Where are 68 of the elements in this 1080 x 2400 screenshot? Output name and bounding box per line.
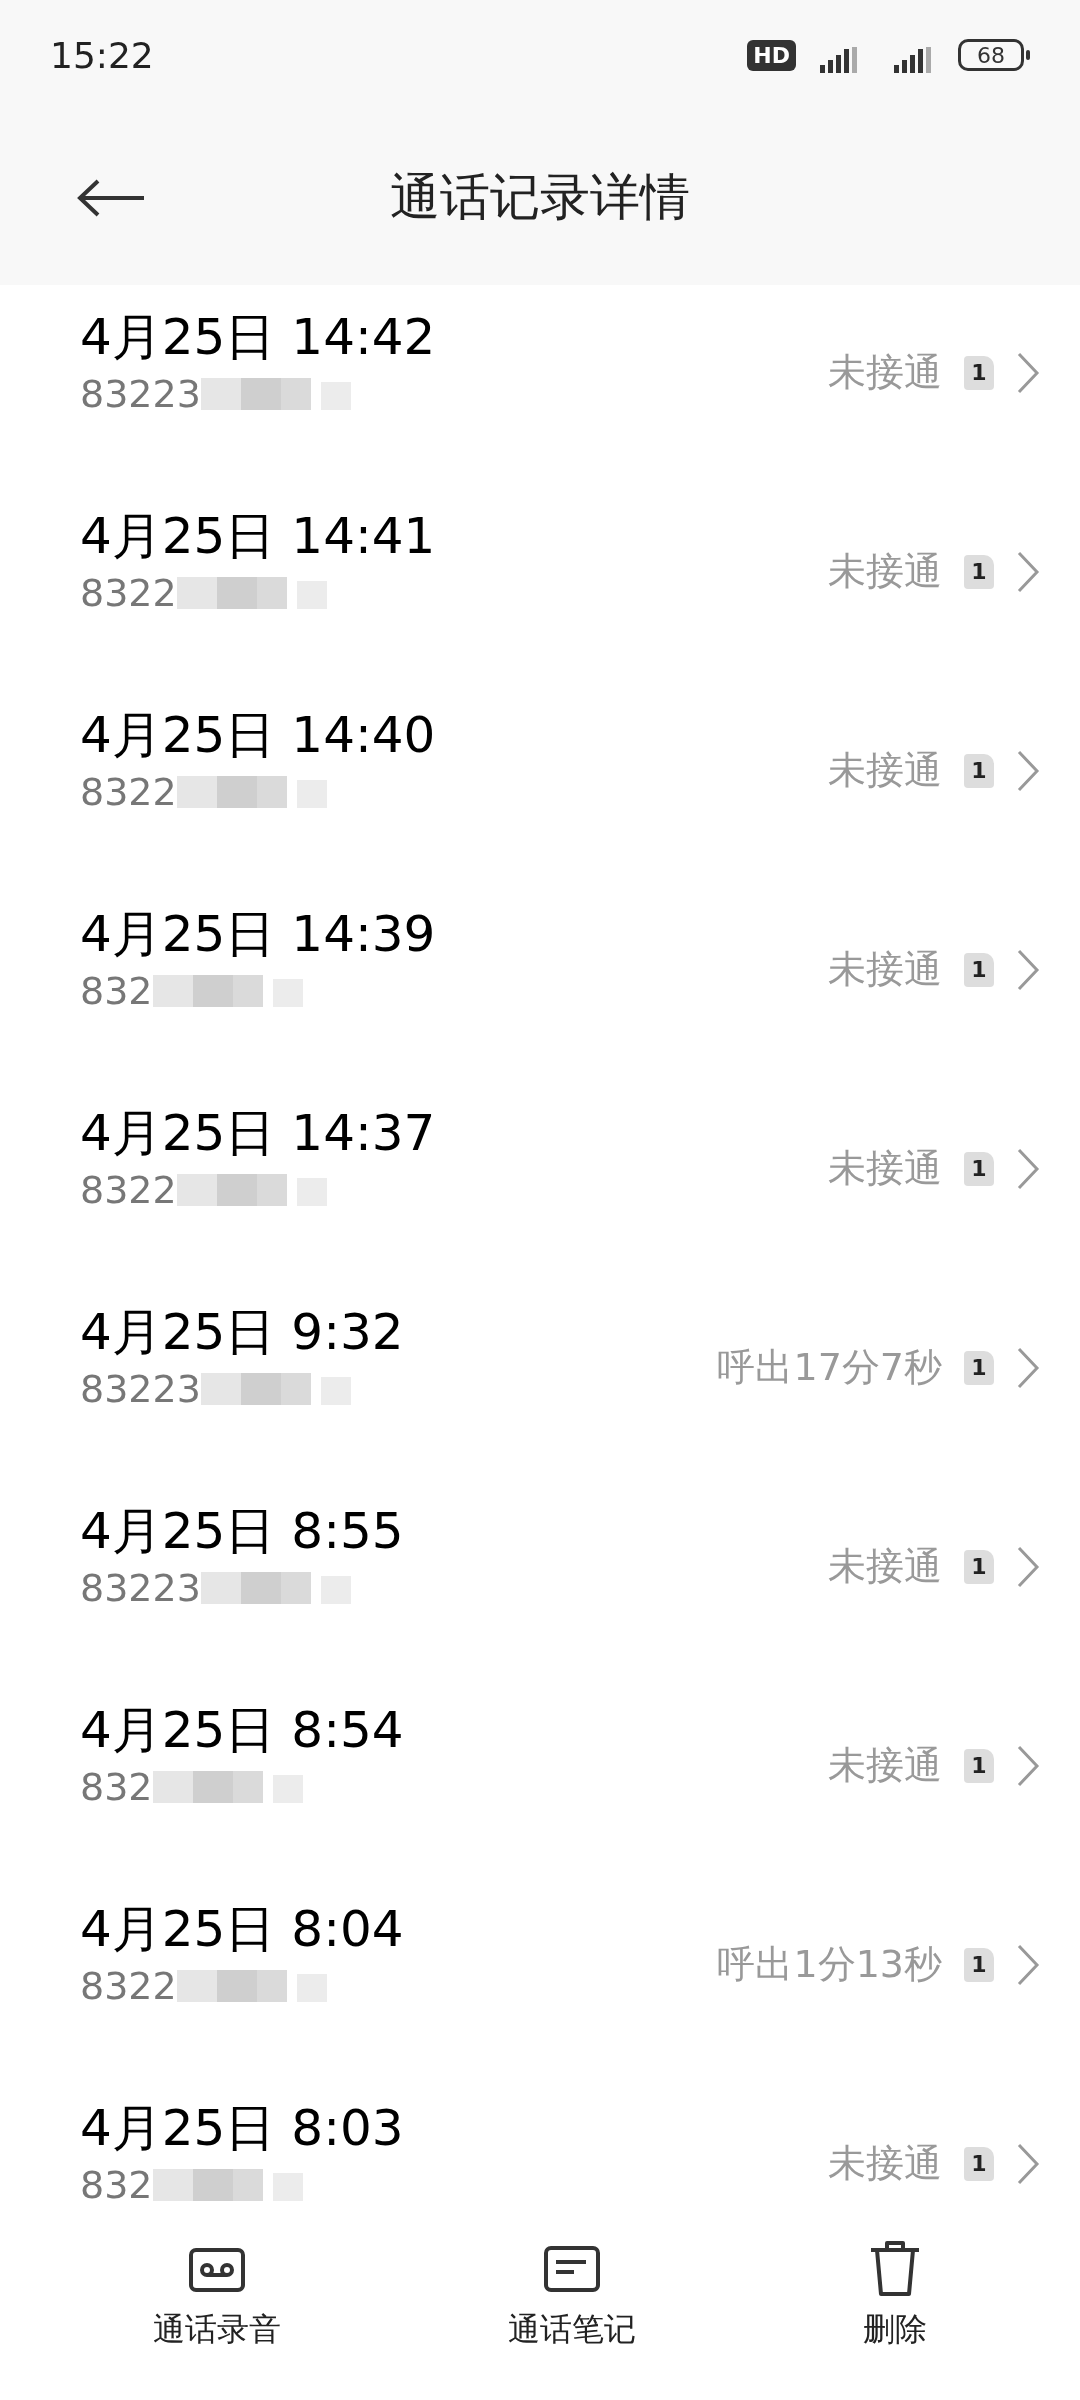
phone-number: 832 [80,2162,153,2209]
chevron-icon [1016,947,1040,992]
call-row[interactable]: 4月25日 8:03 832 未接通 1 [0,2076,1080,2216]
call-status: 未接通 [828,548,942,595]
call-status: 未接通 [828,349,942,396]
call-row[interactable]: 4月25日 9:32 83223 呼出17分7秒 1 [0,1280,1080,1479]
battery-level: 68 [958,39,1024,71]
phone-number: 83223 [80,1366,201,1413]
call-datetime: 4月25日 8:04 [80,1899,405,1960]
call-datetime: 4月25日 14:39 [80,904,437,965]
phone-number: 8322 [80,1167,177,1214]
chevron-icon [1016,1544,1040,1589]
sim-badge: 1 [964,554,994,589]
call-status: 未接通 [828,1543,942,1590]
notes-button[interactable]: 通话笔记 [502,2216,642,2400]
chevron-icon [1016,1942,1040,1987]
sim-badge: 1 [964,1549,994,1584]
call-datetime: 4月25日 9:32 [80,1302,405,1363]
chevron-icon [1016,748,1040,793]
phone-number: 83223 [80,1565,201,1612]
sim-badge: 1 [964,753,994,788]
chevron-icon [1016,2141,1040,2186]
phone-number: 8322 [80,1963,177,2010]
chevron-icon [1016,1743,1040,1788]
call-status: 未接通 [828,2140,942,2187]
call-row[interactable]: 4月25日 14:42 83223 未接通 1 [0,285,1080,484]
chevron-icon [1016,549,1040,594]
call-row[interactable]: 4月25日 14:37 8322 未接通 1 [0,1081,1080,1280]
sim-badge: 1 [964,2146,994,2181]
sim-badge: 1 [964,355,994,390]
call-row[interactable]: 4月25日 8:04 8322 呼出1分13秒 1 [0,1877,1080,2076]
page-title: 通话记录详情 [390,168,690,226]
call-row[interactable]: 4月25日 8:55 83223 未接通 1 [0,1479,1080,1678]
call-row[interactable]: 4月25日 14:41 8322 未接通 1 [0,484,1080,683]
call-status: 未接通 [828,1742,942,1789]
sim-badge: 1 [964,1151,994,1186]
hd-indicator: HD [747,39,796,71]
phone-number: 832 [80,968,153,1015]
sim-badge: 1 [964,1748,994,1783]
chevron-icon [1016,350,1040,395]
sim-badge: 1 [964,1947,994,1982]
call-status: 未接通 [828,1145,942,1192]
call-datetime: 4月25日 8:03 [80,2098,405,2159]
phone-number: 83223 [80,371,201,418]
call-datetime: 4月25日 8:54 [80,1700,405,1761]
call-row[interactable]: 4月25日 14:39 832 未接通 1 [0,882,1080,1081]
recording-button[interactable]: 通话录音 [147,2216,288,2400]
back-icon[interactable] [76,177,146,218]
phone-number: 8322 [80,769,177,816]
status-time: 15:22 [50,34,154,76]
sim-badge: 1 [964,1350,994,1385]
chevron-icon [1016,1146,1040,1191]
call-row[interactable]: 4月25日 14:40 8322 未接通 1 [0,683,1080,882]
call-datetime: 4月25日 14:41 [80,506,437,567]
phone-number: 832 [80,1764,153,1811]
delete-button[interactable]: 删除 [856,2216,933,2400]
call-datetime: 4月25日 14:37 [80,1103,437,1164]
call-status: 呼出17分7秒 [717,1344,942,1391]
call-status: 未接通 [828,747,942,794]
call-status: 呼出1分13秒 [717,1941,942,1988]
call-datetime: 4月25日 14:42 [80,307,437,368]
phone-number: 8322 [80,570,177,617]
call-datetime: 4月25日 8:55 [80,1501,405,1562]
sim-badge: 1 [964,952,994,987]
call-row[interactable]: 4月25日 8:54 832 未接通 1 [0,1678,1080,1877]
chevron-icon [1016,1345,1040,1390]
call-datetime: 4月25日 14:40 [80,705,437,766]
call-status: 未接通 [828,946,942,993]
